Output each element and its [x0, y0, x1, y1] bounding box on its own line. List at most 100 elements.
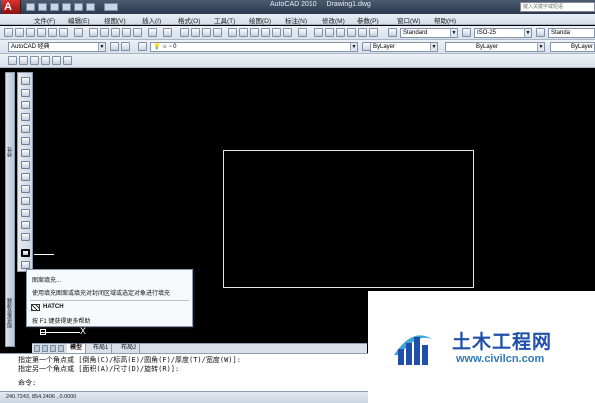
plot-icon[interactable] [104, 3, 118, 11]
layer-manager-icon[interactable] [138, 42, 147, 51]
undo-icon[interactable] [148, 28, 157, 37]
text-style-icon[interactable] [388, 28, 397, 37]
table-style-select[interactable]: Standa [548, 28, 595, 38]
help-search-input[interactable]: 键入关键字或短语 [520, 2, 595, 12]
view-right-icon[interactable] [41, 56, 50, 65]
match-properties-icon[interactable] [122, 28, 131, 37]
prev-tab-icon[interactable] [42, 345, 48, 352]
polyline-icon[interactable] [21, 101, 30, 109]
view-front-icon[interactable] [19, 56, 28, 65]
line-icon[interactable] [21, 77, 30, 85]
menu-file[interactable]: 文件(F) [34, 15, 55, 25]
last-tab-icon[interactable] [58, 345, 64, 352]
quickcalc-icon[interactable] [283, 28, 292, 37]
first-tab-icon[interactable] [34, 345, 40, 352]
color-select[interactable]: ByLayer ▼ [370, 42, 438, 52]
make-current-icon[interactable] [336, 28, 345, 37]
tool-palettes-icon[interactable] [250, 28, 259, 37]
view-left-icon[interactable] [30, 56, 39, 65]
tab-model[interactable]: 模型 [67, 344, 87, 353]
save-icon[interactable] [50, 3, 59, 11]
layer-select[interactable]: 💡 ☼ ▫ 0 ▼ [150, 42, 358, 52]
application-menu-button[interactable]: A [1, 0, 21, 14]
menu-parametric[interactable]: 参数(P) [357, 15, 379, 25]
new-icon[interactable] [26, 3, 35, 11]
open-icon[interactable] [38, 3, 47, 11]
design-center-icon[interactable] [239, 28, 248, 37]
view-back-icon[interactable] [52, 56, 61, 65]
tab-layout2[interactable]: 布局2 [118, 344, 141, 353]
markup-icon[interactable] [272, 28, 281, 37]
menu-insert[interactable]: 插入(I) [142, 15, 161, 25]
dim-style-select[interactable]: ISO-25 ▼ [474, 28, 532, 38]
properties-icon[interactable] [228, 28, 237, 37]
layer-properties-icon[interactable] [314, 28, 323, 37]
text-style-select[interactable]: Standard ▼ [400, 28, 458, 38]
menu-view[interactable]: 视图(V) [104, 15, 126, 25]
view-top-icon[interactable] [8, 56, 17, 65]
view-iso-icon[interactable] [63, 56, 72, 65]
help-icon[interactable] [298, 28, 307, 37]
qnew-icon[interactable] [4, 28, 13, 37]
lineweight-select[interactable]: ByLayer [550, 42, 595, 52]
menu-format[interactable]: 格式(O) [178, 15, 200, 25]
menu-tools[interactable]: 工具(T) [214, 15, 235, 25]
open-icon[interactable] [15, 28, 24, 37]
dim-style-icon[interactable] [462, 28, 471, 37]
menu-draw[interactable]: 绘图(D) [249, 15, 271, 25]
my-workspace-icon[interactable] [121, 42, 130, 51]
sheet-set-palette-label[interactable]: 图纸集管理器 [6, 283, 15, 343]
table-style-icon[interactable] [536, 28, 545, 37]
menu-modify[interactable]: 修改(M) [322, 15, 345, 25]
workspace-select[interactable]: AutoCAD 经典 ▼ [8, 42, 106, 52]
drawn-rectangle[interactable] [223, 150, 474, 288]
circle-icon[interactable] [21, 149, 30, 157]
properties-palette-label[interactable]: 特性 [6, 137, 15, 167]
insert-block-icon[interactable] [21, 209, 30, 217]
layer-previous-icon[interactable] [347, 28, 356, 37]
menu-edit[interactable]: 编辑(E) [68, 15, 90, 25]
redo-icon[interactable] [86, 3, 95, 11]
plot-preview-icon[interactable] [48, 28, 57, 37]
paste-icon[interactable] [111, 28, 120, 37]
save-as-icon[interactable] [62, 3, 71, 11]
construction-line-icon[interactable] [21, 89, 30, 97]
spline-icon[interactable] [21, 173, 30, 181]
save-icon[interactable] [26, 28, 35, 37]
copy-icon[interactable] [100, 28, 109, 37]
menu-help[interactable]: 帮助(H) [434, 15, 456, 25]
zoom-window-icon[interactable] [202, 28, 211, 37]
revision-cloud-icon[interactable] [21, 161, 30, 169]
layer-isolate-icon[interactable] [369, 28, 378, 37]
publish-icon[interactable] [59, 28, 68, 37]
side-palette-strip[interactable]: 特性 图纸集管理器 [5, 72, 15, 347]
sheet-set-icon[interactable] [261, 28, 270, 37]
tab-layout1[interactable]: 布局1 [90, 344, 113, 353]
arc-icon[interactable] [21, 137, 30, 145]
point-icon[interactable] [21, 233, 30, 241]
next-tab-icon[interactable] [50, 345, 56, 352]
zoom-realtime-icon[interactable] [191, 28, 200, 37]
block-editor-icon[interactable] [133, 28, 142, 37]
rectangle-icon[interactable] [21, 125, 30, 133]
3d-dwf-icon[interactable] [74, 28, 83, 37]
undo-icon[interactable] [74, 3, 83, 11]
pan-icon[interactable] [180, 28, 189, 37]
menu-dimension[interactable]: 标注(N) [285, 15, 307, 25]
make-block-icon[interactable] [21, 221, 30, 229]
command-prompt[interactable]: 命令: [18, 378, 36, 388]
hatch-icon[interactable] [21, 249, 30, 257]
redo-icon[interactable] [163, 28, 172, 37]
layer-state-icon[interactable] [325, 28, 334, 37]
ellipse-icon[interactable] [21, 185, 30, 193]
zoom-previous-icon[interactable] [213, 28, 222, 37]
cut-icon[interactable] [89, 28, 98, 37]
workspace-settings-icon[interactable] [110, 42, 119, 51]
ellipse-arc-icon[interactable] [21, 197, 30, 205]
layer-walk-icon[interactable] [358, 28, 367, 37]
gradient-icon[interactable] [21, 261, 30, 269]
plot-icon[interactable] [37, 28, 46, 37]
polygon-icon[interactable] [21, 113, 30, 121]
linetype-select[interactable]: ByLayer ▼ [445, 42, 545, 52]
menu-window[interactable]: 窗口(W) [397, 15, 420, 25]
